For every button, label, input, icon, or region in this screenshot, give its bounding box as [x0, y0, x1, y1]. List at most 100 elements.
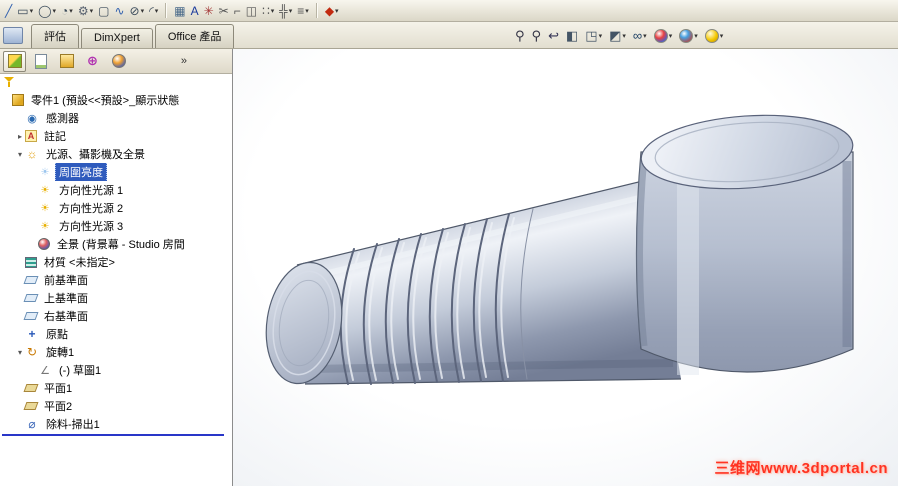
tree-item-cut-sweep1[interactable]: ⌀ 除料-掃出1 [0, 415, 232, 433]
sketch-fillet-tool[interactable]: ◜ ▾ [147, 2, 160, 20]
tree-item-label: 感測器 [46, 113, 79, 125]
tree-item-plane2[interactable]: 平面2 [0, 397, 232, 415]
dropdown-arrow-icon[interactable]: ▾ [669, 32, 673, 40]
sketch-picture-tool[interactable]: ▦ [172, 2, 187, 20]
make-block-tool[interactable]: ◆ ▾ [323, 2, 341, 20]
bolt-shaft[interactable] [296, 179, 682, 385]
mirror-entities-tool[interactable]: ◫ [244, 2, 259, 20]
section-view-icon[interactable]: ◧ [564, 27, 580, 45]
move-entities-tool[interactable]: ╬ ▾ [277, 2, 294, 20]
convert-entities-tool[interactable]: ⌐ [232, 2, 243, 20]
collapse-arrow-icon[interactable]: ▾ [15, 150, 25, 159]
origin-icon: + [28, 327, 36, 341]
sketch-icon: ∠ [40, 364, 50, 377]
tab-dimxpert[interactable]: DimXpert [81, 28, 153, 48]
view-orientation-icon[interactable]: ◳ ▾ [583, 27, 604, 45]
previous-view-icon[interactable]: ↩ [546, 27, 561, 45]
trim-entities-tool[interactable]: ✂ [217, 2, 231, 20]
filter-funnel-icon[interactable] [4, 76, 15, 88]
tree-item-revolve1[interactable]: ▾ ↻ 旋轉1 [0, 343, 232, 361]
hide-show-items-icon[interactable]: ∞ ▾ [631, 27, 649, 45]
tree-item-annotations[interactable]: ▸ A 註記 [0, 127, 232, 145]
dimxpertmanager-tab[interactable]: ⊕ [81, 51, 104, 72]
expand-arrow-icon[interactable]: ▸ [15, 132, 25, 141]
view-settings-icon[interactable]: ▾ [703, 27, 726, 45]
dropdown-arrow-icon[interactable]: ▾ [643, 32, 647, 40]
panel-toggle-icon[interactable] [3, 27, 23, 44]
propertymanager-tab[interactable] [29, 51, 52, 72]
scene-icon [38, 238, 50, 250]
dropdown-arrow-icon[interactable]: ▾ [69, 7, 73, 15]
rollback-bar[interactable] [2, 434, 224, 436]
dropdown-arrow-icon[interactable]: ▾ [599, 32, 603, 40]
tree-item-plane1[interactable]: 平面1 [0, 379, 232, 397]
tree-item-label: 原點 [46, 329, 68, 341]
dropdown-arrow-icon[interactable]: ▾ [155, 7, 159, 15]
panel-overflow-chevron[interactable]: » [181, 55, 187, 67]
tree-item-scene[interactable]: 全景 (背景幕 - Studio 房間 [0, 235, 232, 253]
tab-evaluate[interactable]: 評估 [31, 24, 79, 48]
dropdown-arrow-icon[interactable]: ▾ [30, 7, 34, 15]
tree-item-front-plane[interactable]: 前基準面 [0, 271, 232, 289]
configurationmanager-tab[interactable] [55, 51, 78, 72]
dropdown-arrow-icon[interactable]: ▾ [694, 32, 698, 40]
tree-item-part[interactable]: 零件1 (預設<<預設>_顯示狀態 [0, 91, 232, 109]
text-tool[interactable]: A [189, 2, 201, 20]
tree-item-material[interactable]: 材質 <未指定> [0, 253, 232, 271]
edit-appearance-icon[interactable]: ▾ [652, 27, 675, 45]
line-tool[interactable]: ╱ [3, 2, 14, 20]
dropdown-arrow-icon[interactable]: ▾ [90, 7, 94, 15]
bolt-head[interactable] [635, 109, 856, 375]
rectangle-tool[interactable]: ▭ ▾ [15, 2, 35, 20]
dropdown-arrow-icon[interactable]: ▾ [271, 7, 275, 15]
display-style-icon[interactable]: ◩ ▾ [607, 27, 628, 45]
point-tool[interactable]: ✳ [202, 2, 216, 20]
tree-item-top-plane[interactable]: 上基準面 [0, 289, 232, 307]
dropdown-arrow-icon[interactable]: ▾ [305, 7, 309, 15]
tree-item-label: 零件1 (預設<<預設>_顯示狀態 [31, 95, 180, 107]
zoom-to-area-icon[interactable]: ⚲ [530, 27, 544, 45]
arc-tool[interactable]: ◔ ▾ [59, 2, 75, 20]
dropdown-arrow-icon[interactable]: ▾ [53, 7, 57, 15]
tree-item-label: 材質 <未指定> [44, 257, 115, 269]
featuremanager-tab[interactable] [3, 50, 26, 72]
bolt-model[interactable] [233, 49, 898, 486]
tree-item-label: 平面1 [44, 383, 73, 395]
graphics-area[interactable]: 三维网www.3dportal.cn [233, 49, 898, 486]
polygon-tool[interactable]: ⚙ ▾ [76, 2, 95, 20]
dropdown-arrow-icon[interactable]: ▾ [335, 7, 339, 15]
view-orientation-icon-glyph: ◳ [585, 28, 598, 43]
linear-sketch-pattern-tool[interactable]: ∷ ▾ [260, 2, 276, 20]
tree-item-sketch1[interactable]: ∠ (-) 草圖1 [0, 361, 232, 379]
tree-item-ambient-light[interactable]: ☀ 周圍亮度 [0, 163, 232, 181]
tree-item-directional-light-1[interactable]: ☀ 方向性光源 1 [0, 181, 232, 199]
circle-tool[interactable]: ◯ ▾ [36, 2, 58, 20]
plane-ref-icon [23, 276, 39, 284]
tree-item-sensors[interactable]: ◉ 感測器 [0, 109, 232, 127]
slot-tool[interactable]: ▢ [96, 2, 111, 20]
offset-entities-tool[interactable]: ≡ ▾ [295, 2, 311, 20]
spline-tool[interactable]: ∿ [112, 2, 126, 20]
tree-item-lights-folder[interactable]: ▾ ☼ 光源、攝影機及全景 [0, 145, 232, 163]
displaymanager-tab[interactable] [107, 51, 130, 72]
solidworks-window: ╱ ▭ ▾ ◯ ▾ ◔ ▾ ⚙ ▾ ▢ ∿ ⊘ ▾ ◜ ▾ ▦ A ✳ ✂ ⌐ ◫ ∷ ▾ ╬ ▾ ≡ ▾ ◆ ▾ 評估 DimXpert… [0, 0, 898, 486]
collapse-arrow-icon[interactable]: ▾ [15, 348, 25, 357]
dropdown-arrow-icon[interactable]: ▾ [289, 7, 293, 15]
tree-item-right-plane[interactable]: 右基準面 [0, 307, 232, 325]
tree-item-directional-light-3[interactable]: ☀ 方向性光源 3 [0, 217, 232, 235]
watermark-text: 三维网www.3dportal.cn [714, 460, 888, 477]
tree-item-label: 光源、攝影機及全景 [46, 149, 145, 161]
dropdown-arrow-icon[interactable]: ▾ [720, 32, 724, 40]
tree-item-origin[interactable]: + 原點 [0, 325, 232, 343]
tab-office-products[interactable]: Office 產品 [154, 24, 235, 48]
tree-item-label: 全景 (背景幕 - Studio 房間 [57, 239, 185, 251]
ellipse-tool[interactable]: ⊘ ▾ [128, 2, 147, 20]
tree-item-directional-light-2[interactable]: ☀ 方向性光源 2 [0, 199, 232, 217]
linear-sketch-pattern-tool-glyph: ∷ [262, 3, 270, 18]
displaymanager-tab-icon [111, 54, 126, 68]
part-icon [12, 94, 24, 106]
dropdown-arrow-icon[interactable]: ▾ [141, 7, 145, 15]
apply-scene-icon[interactable]: ▾ [677, 27, 700, 45]
dropdown-arrow-icon[interactable]: ▾ [622, 32, 626, 40]
zoom-to-fit-icon[interactable]: ⚲ [513, 27, 527, 45]
